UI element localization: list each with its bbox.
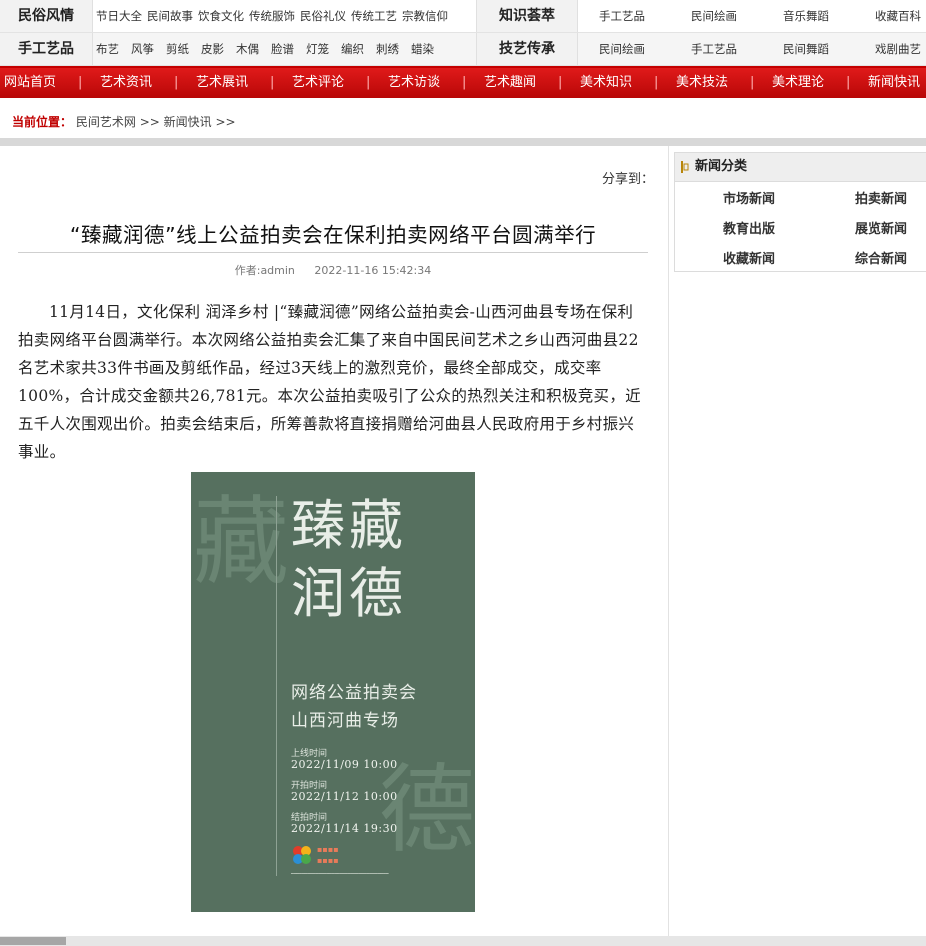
category-title-knowledge[interactable]: 知识荟萃 (476, 0, 578, 32)
category-links-row2: 布艺 风筝 剪纸 皮影 木偶 脸谱 灯笼 编织 刺绣 蜡染 (96, 33, 472, 65)
share-label[interactable]: 分享到： (602, 168, 654, 187)
cat-link[interactable]: 宗教信仰 (402, 9, 448, 23)
cat-link[interactable]: 风筝 (131, 42, 154, 56)
article-meta: 作者:admin 2022-11-16 15:42:34 (18, 262, 648, 278)
cat-link[interactable]: 布艺 (96, 42, 119, 56)
nav-item-anecdotes[interactable]: 艺术趣闻 (484, 68, 536, 98)
article-column: 分享到： “臻藏润德”线上公益拍卖会在保利拍卖网络平台圆满举行 作者:admin… (0, 146, 669, 936)
article-title: “臻藏润德”线上公益拍卖会在保利拍卖网络平台圆满举行 (69, 223, 597, 247)
nav-separator: | (78, 75, 83, 90)
nav-separator: | (366, 75, 371, 90)
cat-link[interactable]: 灯笼 (306, 42, 329, 56)
main-nav: 网站首页 | 艺术资讯 | 艺术展讯 | 艺术评论 | 艺术访谈 | 艺术趣闻 … (0, 66, 926, 98)
article-date: 2022-11-16 15:42:34 (314, 264, 432, 277)
breadcrumb-link-category[interactable]: 新闻快讯 (164, 115, 212, 129)
nav-item-news[interactable]: 艺术资讯 (100, 68, 152, 98)
poster-logo-icon (293, 846, 311, 864)
sidebar-item-collection[interactable]: 收藏新闻 (723, 248, 775, 267)
cat-right-link[interactable]: 收藏百科 (875, 0, 921, 32)
poster-date-online: 2022/11/09 10:00 (291, 758, 398, 771)
sidebar-header: 新闻分类 (675, 153, 926, 182)
breadcrumb-separator: >> (139, 115, 160, 129)
breadcrumb-link-site[interactable]: 民间艺术网 (76, 115, 136, 129)
article-body: 11月14日，文化保利 润泽乡村 |“臻藏润德”网络公益拍卖会-山西河曲县专场在… (18, 303, 641, 461)
cat-link[interactable]: 传统服饰 (249, 9, 295, 23)
poster-subtitle2: 山西河曲专场 (291, 711, 399, 731)
category-title-folk[interactable]: 民俗风情 (0, 0, 93, 32)
poster-footer-text: ━━━━━━━━━━━━━━━━━━━━━━━━━━━━━━━━━━━━ (291, 872, 389, 877)
cat-right-link[interactable]: 民间舞蹈 (783, 33, 829, 65)
nav-item-theory[interactable]: 美术理论 (772, 68, 824, 98)
breadcrumb-separator: >> (215, 115, 236, 129)
cat-link[interactable]: 民间故事 (147, 9, 193, 23)
cat-link[interactable]: 饮食文化 (198, 9, 244, 23)
nav-item-exhibitions[interactable]: 艺术展讯 (196, 68, 248, 98)
poster-date-end: 2022/11/14 19:30 (291, 822, 398, 835)
news-category-sidebar: 新闻分类 市场新闻 拍卖新闻 教育出版 展览新闻 收藏新闻 综合新闻 (674, 152, 926, 272)
cat-link[interactable]: 编织 (341, 42, 364, 56)
category-title-heritage[interactable]: 技艺传承 (476, 33, 578, 65)
category-title-crafts[interactable]: 手工艺品 (0, 33, 93, 65)
nav-item-techniques[interactable]: 美术技法 (676, 68, 728, 98)
breadcrumb-label: 当前位置： (12, 115, 73, 129)
sidebar-item-education[interactable]: 教育出版 (723, 218, 775, 237)
cat-link[interactable]: 皮影 (201, 42, 224, 56)
title-divider (18, 252, 648, 253)
nav-item-flash[interactable]: 新闻快讯 (868, 68, 920, 98)
cat-link[interactable]: 木偶 (236, 42, 259, 56)
cat-link[interactable]: 蜡染 (411, 42, 434, 56)
poster-watermark-top: 藏 (193, 486, 289, 598)
nav-item-interviews[interactable]: 艺术访谈 (388, 68, 440, 98)
sidebar-item-exhibition[interactable]: 展览新闻 (855, 218, 907, 237)
cat-right-link[interactable]: 手工艺品 (691, 33, 737, 65)
category-links-row1: 节日大全 民间故事 饮食文化 传统服饰 民俗礼仪 传统工艺 宗教信仰 (96, 0, 472, 32)
horizontal-scrollbar[interactable] (0, 936, 926, 946)
sidebar-marker-icon (681, 161, 689, 173)
poster-subtitle1: 网络公益拍卖会 (291, 683, 417, 703)
nav-separator: | (462, 75, 467, 90)
article-author: 作者:admin (234, 264, 295, 277)
cat-link[interactable]: 刺绣 (376, 42, 399, 56)
category-right-row2: 民间绘画 手工艺品 民间舞蹈 戏剧曲艺 (577, 33, 926, 65)
poster-date-start: 2022/11/12 10:00 (291, 790, 398, 803)
scrollbar-thumb[interactable] (0, 937, 66, 945)
cat-link[interactable]: 剪纸 (166, 42, 189, 56)
cat-link[interactable]: 传统工艺 (351, 9, 397, 23)
nav-separator: | (846, 75, 851, 90)
poster-watermark-bottom: 德 (379, 754, 475, 866)
nav-separator: | (750, 75, 755, 90)
category-bar-row2: 手工艺品 布艺 风筝 剪纸 皮影 木偶 脸谱 灯笼 编织 刺绣 蜡染 技艺传承 民间绘画 手工艺品… (0, 33, 926, 66)
nav-separator: | (174, 75, 179, 90)
breadcrumb: 当前位置： 民间艺术网 >> 新闻快讯 >> (0, 108, 926, 136)
divider-band (0, 138, 926, 146)
poster-logo-text: ▪▪▪▪ ▪▪▪▪ (317, 845, 339, 865)
sidebar-item-auction[interactable]: 拍卖新闻 (855, 188, 907, 207)
nav-item-home[interactable]: 网站首页 (4, 68, 56, 98)
cat-right-link[interactable]: 手工艺品 (599, 0, 645, 32)
category-bar-row1: 民俗风情 节日大全 民间故事 饮食文化 传统服饰 民俗礼仪 传统工艺 宗教信仰 知识荟萃 手… (0, 0, 926, 33)
nav-separator: | (654, 75, 659, 90)
sidebar-item-market[interactable]: 市场新闻 (723, 188, 775, 207)
sidebar-title: 新闻分类 (695, 159, 748, 174)
cat-link[interactable]: 节日大全 (96, 9, 142, 23)
cat-right-link[interactable]: 戏剧曲艺 (875, 33, 921, 65)
nav-separator: | (558, 75, 563, 90)
cat-link[interactable]: 民俗礼仪 (300, 9, 346, 23)
cat-link[interactable]: 脸谱 (271, 42, 294, 56)
cat-right-link[interactable]: 民间绘画 (691, 0, 737, 32)
poster-title-line2: 润德 (291, 562, 407, 625)
poster-title-line1: 臻藏 (291, 494, 407, 557)
cat-right-link[interactable]: 音乐舞蹈 (783, 0, 829, 32)
auction-poster-image: 藏 德 臻藏 润德 网络公益拍卖会 山西河曲专场 上线时间 2022/11/09… (191, 472, 475, 912)
category-right-row1: 手工艺品 民间绘画 音乐舞蹈 收藏百科 (577, 0, 926, 32)
poster-divider-line (276, 496, 277, 876)
sidebar-item-general[interactable]: 综合新闻 (855, 248, 907, 267)
nav-item-reviews[interactable]: 艺术评论 (292, 68, 344, 98)
cat-right-link[interactable]: 民间绘画 (599, 33, 645, 65)
nav-separator: | (270, 75, 275, 90)
nav-item-knowledge[interactable]: 美术知识 (580, 68, 632, 98)
